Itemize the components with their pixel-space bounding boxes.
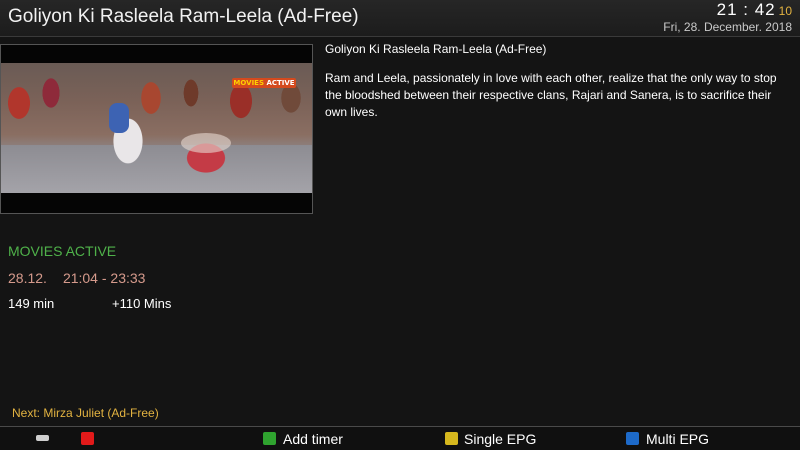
add-timer-button[interactable]: Add timer (283, 431, 343, 447)
green-button-icon[interactable] (263, 432, 276, 445)
event-date: 28.12. (8, 270, 47, 286)
page-title: Goliyon Ki Rasleela Ram-Leela (Ad-Free) (8, 6, 359, 27)
channel-logo-left: MOVIES (233, 79, 264, 87)
channel-logo: MOVIES ACTIVE (232, 78, 296, 88)
header-bar: Goliyon Ki Rasleela Ram-Leela (Ad-Free) … (0, 0, 800, 37)
event-description: Ram and Leela, passionately in love with… (325, 71, 777, 119)
single-epg-button[interactable]: Single EPG (464, 431, 536, 447)
blue-button-icon[interactable] (626, 432, 639, 445)
event-title: Goliyon Ki Rasleela Ram-Leela (Ad-Free) (325, 42, 547, 56)
event-remaining: +110 Mins (112, 296, 172, 311)
video-preview[interactable]: MOVIES ACTIVE (0, 44, 313, 214)
event-duration: 149 min (8, 296, 55, 311)
yellow-button-icon[interactable] (445, 432, 458, 445)
event-time-range: 21:04 - 23:33 (62, 270, 146, 286)
multi-epg-button[interactable]: Multi EPG (646, 431, 709, 447)
button-bar: Add timer Single EPG Multi EPG (0, 426, 800, 450)
next-event: Next: Mirza Juliet (Ad-Free) (12, 406, 159, 420)
video-figure (181, 133, 231, 153)
clock: 21 : 42 10 (717, 0, 792, 20)
red-button[interactable] (81, 432, 94, 445)
event-timing: 28.12. 21:04 - 23:33 (8, 270, 145, 286)
video-figure (101, 91, 156, 181)
clock-hours-minutes: 21 : 42 (716, 0, 776, 19)
channel-logo-right: ACTIVE (266, 79, 295, 87)
current-date: Fri, 28. December. 2018 (663, 20, 792, 34)
video-background (1, 63, 312, 143)
clock-seconds: 10 (778, 4, 792, 18)
video-frame: MOVIES ACTIVE (1, 63, 312, 193)
keyboard-icon[interactable] (36, 435, 49, 441)
channel-name: MOVIES ACTIVE (8, 243, 117, 259)
video-figure (109, 103, 129, 133)
video-floor (1, 145, 312, 193)
